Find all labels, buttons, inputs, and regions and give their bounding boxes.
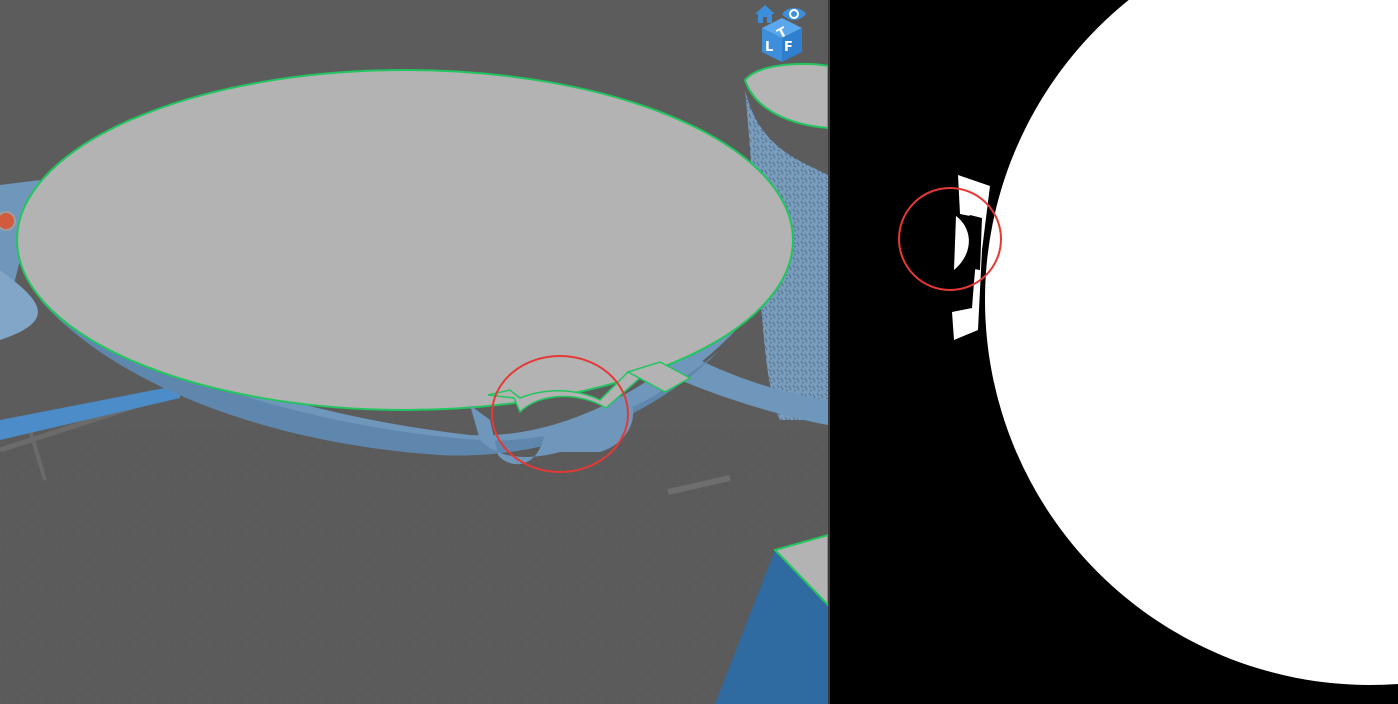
3d-viewport[interactable]: T L F xyxy=(0,0,828,704)
model-scene[interactable] xyxy=(0,0,828,704)
slice-image xyxy=(830,0,1398,704)
view-cube-icon xyxy=(762,18,802,62)
disc-top-surface[interactable] xyxy=(16,69,794,411)
layer-slice-preview[interactable] xyxy=(830,0,1398,704)
build-plate-texture xyxy=(0,430,828,704)
navigation-cube[interactable] xyxy=(752,4,812,66)
model-left-hole xyxy=(0,211,16,231)
